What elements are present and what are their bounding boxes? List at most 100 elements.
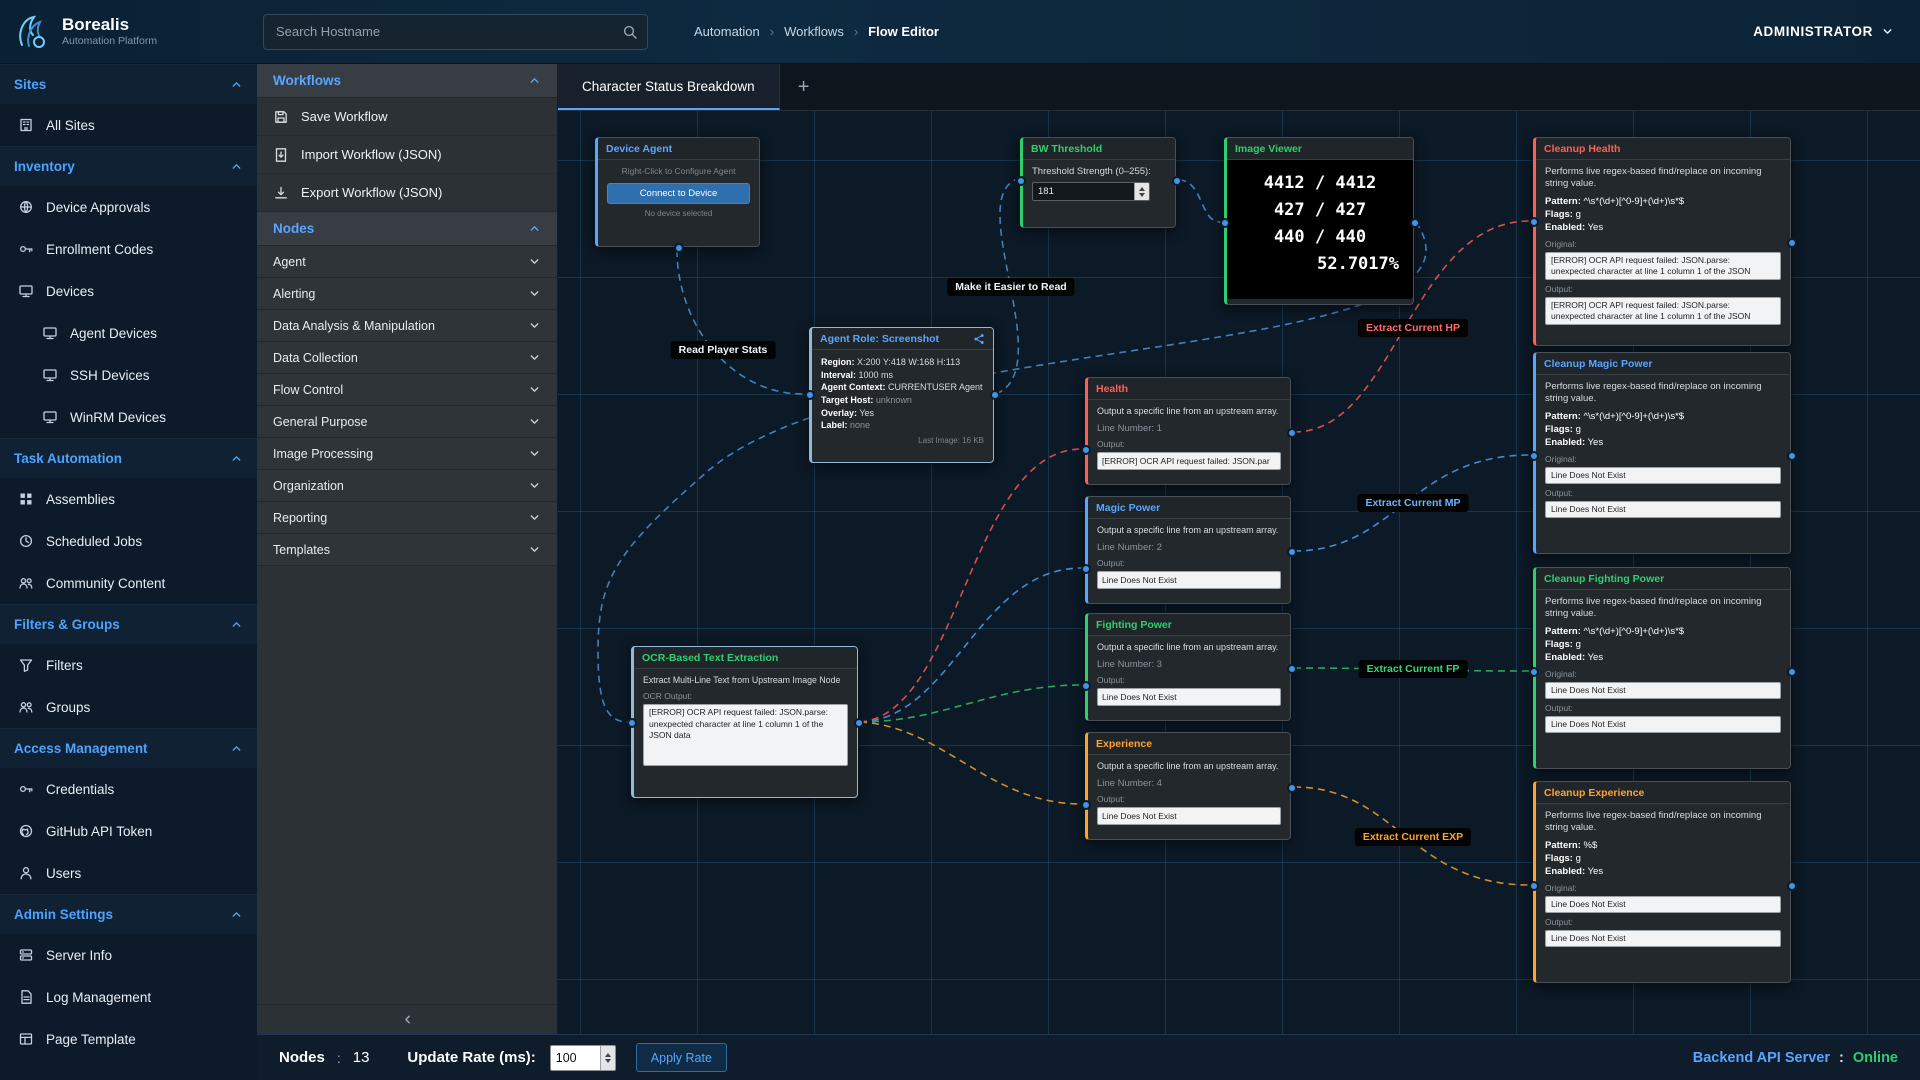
stepper[interactable] <box>600 1046 615 1070</box>
palette-category-data-analysis[interactable]: Data Analysis & Manipulation <box>257 310 557 342</box>
output-box[interactable]: Line Does Not Exist <box>1545 716 1781 733</box>
export-workflow-button[interactable]: Export Workflow (JSON) <box>257 174 557 212</box>
sidebar-item-users[interactable]: Users <box>0 852 257 894</box>
user-menu[interactable]: ADMINISTRATOR <box>1753 24 1894 39</box>
output-port[interactable] <box>990 390 1000 400</box>
edge-ocr-to-fighting-power[interactable] <box>860 685 1082 722</box>
node-header[interactable]: Cleanup Magic Power <box>1536 353 1790 375</box>
node-header[interactable]: Magic Power <box>1088 497 1290 519</box>
sidebar-section-access-management[interactable]: Access Management <box>0 728 257 768</box>
palette-category-data-collection[interactable]: Data Collection <box>257 342 557 374</box>
tab-character-status-breakdown[interactable]: Character Status Breakdown <box>558 64 780 110</box>
connect-to-device-button[interactable]: Connect to Device <box>607 183 750 204</box>
palette-category-flow-control[interactable]: Flow Control <box>257 374 557 406</box>
sidebar-item-assemblies[interactable]: Assemblies <box>0 478 257 520</box>
sidebar-item-log-management[interactable]: Log Management <box>0 976 257 1018</box>
node-header[interactable]: Cleanup Health <box>1536 138 1790 160</box>
output-port[interactable] <box>1787 667 1797 677</box>
threshold-input[interactable] <box>1033 183 1134 200</box>
edge-bw-threshold-to-image-viewer[interactable] <box>1179 180 1220 222</box>
workflows-header[interactable]: Workflows <box>257 64 557 98</box>
sidebar-section-inventory[interactable]: Inventory <box>0 146 257 186</box>
output-port[interactable] <box>1787 238 1797 248</box>
sidebar-item-enrollment-codes[interactable]: Enrollment Codes <box>0 228 257 270</box>
node-fighting-power[interactable]: Fighting Power Output a specific line fr… <box>1085 613 1291 721</box>
share-icon[interactable] <box>973 333 985 345</box>
sidebar-item-device-approvals[interactable]: Device Approvals <box>0 186 257 228</box>
node-header[interactable]: Health <box>1088 378 1290 400</box>
output-port[interactable] <box>1787 451 1797 461</box>
input-port[interactable] <box>1529 667 1539 677</box>
input-port[interactable] <box>1529 217 1539 227</box>
sidebar-item-ssh-devices[interactable]: SSH Devices <box>0 354 257 396</box>
sidebar-item-server-info[interactable]: Server Info <box>0 934 257 976</box>
node-cleanup-fighting-power[interactable]: Cleanup Fighting Power Performs live reg… <box>1533 567 1791 769</box>
node-header[interactable]: Agent Role: Screenshot <box>812 328 993 350</box>
node-header[interactable]: Experience <box>1088 733 1290 755</box>
input-port[interactable] <box>805 390 815 400</box>
apply-rate-button[interactable]: Apply Rate <box>636 1043 727 1072</box>
output-port[interactable] <box>674 243 684 253</box>
node-ocr-text-extraction[interactable]: OCR-Based Text Extraction Extract Multi-… <box>631 646 858 798</box>
palette-category-image-processing[interactable]: Image Processing <box>257 438 557 470</box>
sidebar-item-community-content[interactable]: Community Content <box>0 562 257 604</box>
ocr-output-box[interactable]: [ERROR] OCR API request failed: JSON.par… <box>643 704 848 766</box>
original-box[interactable]: Line Does Not Exist <box>1545 467 1781 484</box>
palette-category-alerting[interactable]: Alerting <box>257 278 557 310</box>
input-port[interactable] <box>1529 881 1539 891</box>
input-port[interactable] <box>1081 681 1091 691</box>
line-output-input[interactable] <box>1097 452 1281 470</box>
input-port[interactable] <box>1016 176 1026 186</box>
search-icon[interactable] <box>622 24 638 40</box>
sidebar-item-winrm-devices[interactable]: WinRM Devices <box>0 396 257 438</box>
line-output-input[interactable] <box>1097 688 1281 706</box>
node-agent-role-screenshot[interactable]: Agent Role: Screenshot Region: X:200 Y:4… <box>809 327 994 463</box>
original-box[interactable]: [ERROR] OCR API request failed: JSON.par… <box>1545 252 1781 280</box>
sidebar-item-scheduled-jobs[interactable]: Scheduled Jobs <box>0 520 257 562</box>
add-tab-button[interactable]: + <box>780 64 828 110</box>
input-port[interactable] <box>1220 218 1230 228</box>
sidebar-section-sites[interactable]: Sites <box>0 64 257 104</box>
node-health[interactable]: Health Output a specific line from an up… <box>1085 377 1291 485</box>
sidebar-section-filters-groups[interactable]: Filters & Groups <box>0 604 257 644</box>
node-header[interactable]: Image Viewer <box>1227 138 1413 160</box>
sidebar-item-page-template[interactable]: Page Template <box>0 1018 257 1060</box>
update-rate-input[interactable] <box>551 1046 600 1070</box>
edge-ocr-to-health[interactable] <box>860 449 1082 722</box>
node-device-agent[interactable]: Device Agent Right-Click to Configure Ag… <box>595 137 760 247</box>
node-cleanup-experience[interactable]: Cleanup Experience Performs live regex-b… <box>1533 781 1791 983</box>
sidebar-item-github-api-token[interactable]: GitHub API Token <box>0 810 257 852</box>
edge-device-agent-to-screenshot[interactable] <box>677 250 803 394</box>
palette-category-templates[interactable]: Templates <box>257 534 557 566</box>
output-box[interactable]: Line Does Not Exist <box>1545 930 1781 947</box>
save-workflow-button[interactable]: Save Workflow <box>257 98 557 136</box>
edge-ocr-to-magic-power[interactable] <box>860 568 1082 722</box>
node-header[interactable]: BW Threshold <box>1023 138 1175 160</box>
node-image-viewer[interactable]: Image Viewer 4412 / 4412 427 / 427 440 /… <box>1224 137 1414 305</box>
sidebar-section-admin-settings[interactable]: Admin Settings <box>0 894 257 934</box>
input-port[interactable] <box>1081 445 1091 455</box>
input-port[interactable] <box>627 718 637 728</box>
sidebar-item-devices[interactable]: Devices <box>0 270 257 312</box>
node-magic-power[interactable]: Magic Power Output a specific line from … <box>1085 496 1291 604</box>
collapse-panel-button[interactable] <box>257 1004 557 1034</box>
input-port[interactable] <box>1081 564 1091 574</box>
node-experience[interactable]: Experience Output a specific line from a… <box>1085 732 1291 840</box>
sidebar-item-groups[interactable]: Groups <box>0 686 257 728</box>
palette-category-agent[interactable]: Agent <box>257 246 557 278</box>
stepper[interactable] <box>1134 183 1149 200</box>
output-box[interactable]: [ERROR] OCR API request failed: JSON.par… <box>1545 297 1781 325</box>
breadcrumb-automation[interactable]: Automation <box>694 24 760 39</box>
sidebar-item-credentials[interactable]: Credentials <box>0 768 257 810</box>
output-port[interactable] <box>1287 428 1297 438</box>
input-port[interactable] <box>1529 451 1539 461</box>
sidebar-item-filters[interactable]: Filters <box>0 644 257 686</box>
output-port[interactable] <box>1172 176 1182 186</box>
search-input[interactable] <box>263 14 648 50</box>
node-cleanup-magic-power[interactable]: Cleanup Magic Power Performs live regex-… <box>1533 352 1791 554</box>
import-workflow-button[interactable]: Import Workflow (JSON) <box>257 136 557 174</box>
node-header[interactable]: Device Agent <box>598 138 759 160</box>
node-cleanup-health[interactable]: Cleanup Health Performs live regex-based… <box>1533 137 1791 346</box>
line-output-input[interactable] <box>1097 571 1281 589</box>
sidebar-section-task-automation[interactable]: Task Automation <box>0 438 257 478</box>
